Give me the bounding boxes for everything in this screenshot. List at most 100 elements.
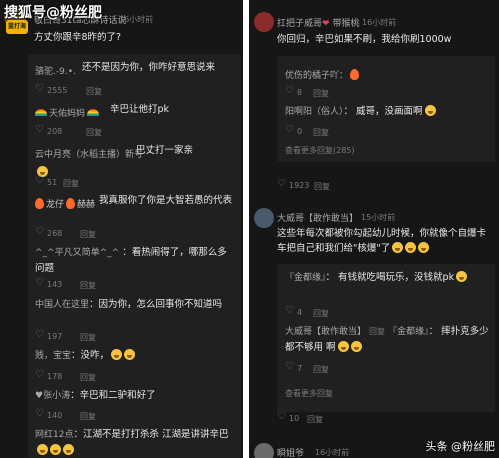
fire-icon	[350, 69, 360, 80]
reply-button[interactable]: 回复	[313, 364, 329, 375]
like-count[interactable]: 140	[35, 408, 62, 420]
smile-emoji	[111, 349, 123, 360]
smile-emoji	[424, 105, 436, 116]
reply-text: 大威哥【敢作敢当】 回复 『金都缘』： 摔扑克多少都不够用 啊	[285, 326, 489, 353]
smile-emoji	[418, 242, 430, 253]
comment-text: 我真服你了你是大智若愚的代表	[99, 195, 233, 206]
reply-author[interactable]: 优伤的橘子吖：	[285, 68, 361, 81]
comment-text: 还不是因为你，你咋好意思说来	[82, 62, 216, 73]
comment-text: 巴丈打一家亲	[136, 145, 194, 156]
watermark-logo: 蓝打海	[6, 20, 28, 34]
like-count[interactable]: 4	[285, 305, 302, 317]
comment-time: 16小时前	[315, 448, 350, 457]
heart-icon[interactable]	[277, 178, 286, 189]
rainbow-icon	[87, 109, 100, 116]
reply-button[interactable]: 回复	[86, 86, 102, 97]
smile-emoji	[405, 242, 417, 253]
like-count[interactable]: 8	[285, 85, 302, 97]
watermark-bottom: 头条 @粉丝肥	[425, 440, 496, 453]
comment-text: 你回归，辛巴如果不刷，我给你刷1000w	[277, 34, 452, 45]
comment-author[interactable]: 天佑妈妈	[35, 106, 101, 119]
like-count[interactable]: 0	[285, 124, 302, 136]
smile-emoji	[50, 444, 61, 455]
reply-button[interactable]: 回复	[80, 372, 96, 383]
smile-emoji	[456, 271, 468, 282]
comment-author[interactable]: 中国人在这里	[35, 300, 89, 310]
reply-button[interactable]: 回复	[313, 88, 329, 99]
comment-text: ^_^平凡又简单^_^ ：看热闹得了，哪那么多问题	[35, 247, 227, 274]
reply-button[interactable]: 回复	[80, 411, 96, 422]
comment-text: 贱，宝宝：没咋，	[35, 348, 136, 364]
like-count[interactable]: 143	[35, 277, 62, 289]
reply-button[interactable]: 回复	[307, 414, 323, 425]
smile-emoji	[124, 349, 136, 360]
heart-icon[interactable]	[285, 305, 294, 316]
heart-icon[interactable]	[35, 124, 44, 135]
like-count[interactable]: 208	[35, 124, 62, 136]
reply-button[interactable]: 回复	[63, 178, 79, 189]
like-count[interactable]: 7	[285, 361, 302, 373]
reply-button[interactable]: 回复	[80, 229, 96, 240]
comment-author[interactable]: 网红12点	[35, 430, 73, 440]
comment-author[interactable]: 云中月亮（水稻主播）新号	[35, 147, 143, 160]
view-more-replies-link[interactable]: 查看更多回复(285)	[285, 145, 355, 156]
user-avatar[interactable]	[254, 12, 274, 32]
reply-thread: 优伤的橘子吖： 8 回复 阳啊阳（俗人）： 威哥，没画面啊 0 回复 查看更多回…	[277, 56, 495, 162]
smile-emoji	[392, 242, 404, 253]
comment-text: 辛巴让他打pk	[110, 104, 170, 115]
heart-icon[interactable]	[285, 85, 294, 96]
reply-author[interactable]: 大威哥【敢作敢当】	[285, 327, 366, 337]
view-more-replies-link[interactable]: 查看更多回复	[285, 388, 333, 399]
smile-emoji	[63, 444, 74, 455]
heart-icon[interactable]	[35, 175, 44, 186]
heart-icon[interactable]	[35, 329, 44, 340]
comment-time: 16小时前	[362, 18, 397, 27]
comment-author[interactable]: 瞬姐爷	[277, 446, 304, 458]
like-count[interactable]: 51	[35, 175, 57, 187]
reply-button[interactable]: 回复	[313, 127, 329, 138]
heart-icon[interactable]	[35, 408, 44, 419]
user-avatar[interactable]	[254, 443, 274, 458]
heart-icon[interactable]	[35, 83, 44, 94]
reply-author[interactable]: 阳啊阳（俗人）	[285, 107, 344, 117]
comment-author[interactable]: ^_^平凡又简单^_^	[35, 248, 119, 258]
reply-button[interactable]: 回复	[80, 332, 96, 343]
like-count[interactable]: 1923	[277, 178, 309, 190]
reply-thread: 骆驼.-9.•. 还不是因为你，你咋好意思说来 2555 回复 天佑妈妈 辛巴让…	[28, 54, 241, 458]
like-count[interactable]: 178	[35, 369, 62, 381]
like-count[interactable]: 268	[35, 226, 62, 238]
reply-button[interactable]: 回复	[80, 280, 96, 291]
left-comment-panel: 敬白哥31ta芯酥诗话说 16小时前 方丈你跟辛8昨的了? 骆驼.-9.•. 还…	[0, 0, 243, 458]
reply-thread: 『金都缘』： 有钱就吃喝玩乐，没钱就pk 4 回复 大威哥【敢作敢当】 回复 『…	[277, 264, 495, 412]
comment-time: 15小时前	[361, 213, 396, 222]
comment-author[interactable]: ♥张小涛	[35, 391, 70, 401]
heart-icon[interactable]	[277, 411, 286, 422]
reply-button[interactable]: 回复	[314, 181, 330, 192]
reply-author[interactable]: 『金都缘』	[285, 273, 326, 283]
like-count[interactable]: 10	[277, 411, 299, 423]
rainbow-icon	[35, 109, 47, 116]
reply-text: 阳啊阳（俗人）： 威哥，没画面啊	[285, 104, 436, 120]
user-avatar[interactable]	[254, 208, 274, 228]
heart-icon[interactable]	[35, 369, 44, 380]
header-text: 方丈你跟辛8昨的了?	[34, 32, 122, 43]
reply-button[interactable]: 回复	[313, 308, 329, 319]
comment-author[interactable]: 贱，宝宝	[35, 351, 71, 361]
heart-icon[interactable]	[285, 361, 294, 372]
watermark-text: 搜狐号@粉丝肥	[4, 5, 102, 21]
comment-author[interactable]: 扛把子威哥❤ 带猴桃	[277, 16, 359, 29]
like-count[interactable]: 2555	[35, 83, 67, 95]
comment-author[interactable]: 骆驼.-9.•.	[35, 64, 76, 77]
reply-text: 『金都缘』： 有钱就吃喝玩乐，没钱就pk	[285, 270, 468, 286]
comment-author[interactable]: 大威哥【敢作敢当】	[277, 211, 358, 224]
like-count[interactable]: 197	[35, 329, 62, 341]
comment-text: 网红12点：江湖不是打打杀杀 江湖是讲讲辛巴	[35, 427, 235, 458]
reply-button[interactable]: 回复	[86, 127, 102, 138]
heart-icon[interactable]	[35, 226, 44, 237]
comment-text: 中国人在这里：因为你，怎么回事你不知道吗	[35, 299, 223, 310]
header-time: 16小时前	[119, 15, 154, 24]
right-comment-panel: 扛把子威哥❤ 带猴桃 16小时前 你回归，辛巴如果不刷，我给你刷1000w 优伤…	[249, 0, 499, 458]
heart-icon[interactable]	[35, 277, 44, 288]
comment-text: 这些年每次都被你勾起幼儿时候，你就像个自爆卡车把自己和我们给"核爆"了	[277, 228, 487, 254]
heart-icon[interactable]	[285, 124, 294, 135]
